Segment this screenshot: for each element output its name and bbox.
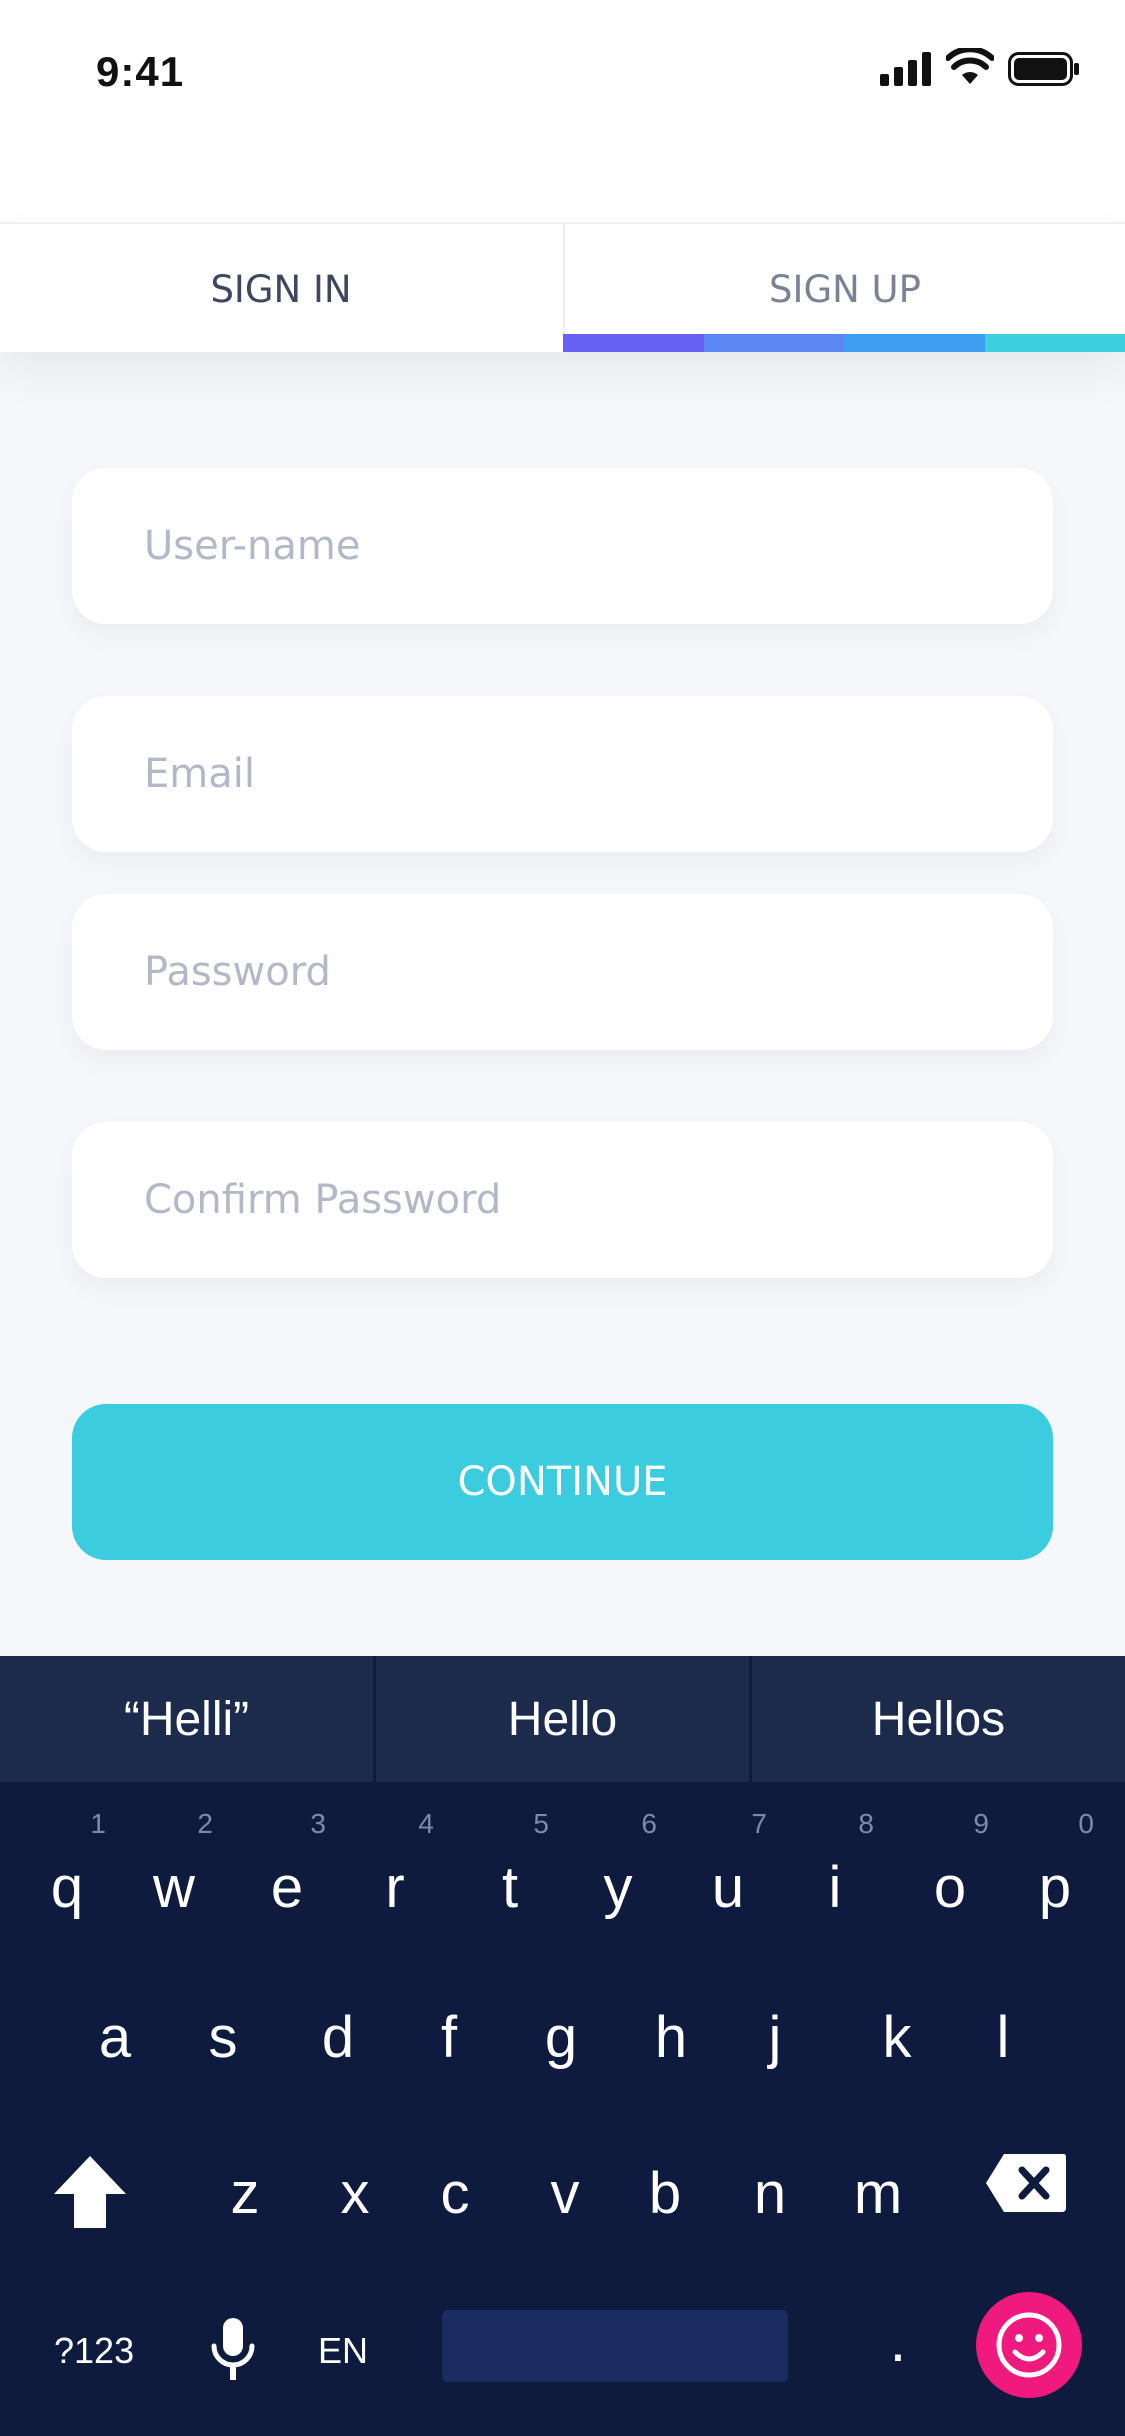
username-input[interactable] — [72, 468, 1053, 624]
tab-sign-in[interactable]: SIGN IN — [0, 224, 562, 354]
key-e[interactable]: e3 — [242, 1808, 332, 1921]
key-number-hint: 6 — [641, 1808, 657, 1839]
status-time: 9:41 — [96, 48, 185, 95]
key-y[interactable]: y6 — [573, 1808, 663, 1921]
key-b[interactable]: b — [620, 2160, 710, 2227]
signal-icon — [880, 52, 931, 86]
key-number-hint: 1 — [90, 1808, 106, 1839]
emoji-button[interactable] — [976, 2292, 1082, 2398]
key-n[interactable]: n — [725, 2160, 815, 2227]
key-w[interactable]: w2 — [129, 1808, 219, 1921]
period-key[interactable]: . — [878, 2306, 918, 2375]
suggestion-item[interactable]: “Helli” — [0, 1656, 376, 1782]
key-letter: e — [270, 1855, 304, 1920]
indicator-segment — [703, 334, 844, 352]
key-letter: i — [828, 1855, 842, 1920]
key-h[interactable]: h — [626, 2004, 716, 2071]
key-u[interactable]: u7 — [683, 1808, 773, 1921]
key-g[interactable]: g — [516, 2004, 606, 2071]
keyboard-suggestions: “Helli” Hello Hellos — [0, 1656, 1125, 1782]
active-tab-indicator — [563, 334, 1125, 352]
key-t[interactable]: t5 — [465, 1808, 555, 1921]
indicator-segment — [984, 334, 1125, 352]
key-number-hint: 0 — [1078, 1808, 1094, 1839]
wifi-icon — [946, 48, 994, 84]
key-o[interactable]: o9 — [905, 1808, 995, 1921]
key-a[interactable]: a — [70, 2004, 160, 2071]
key-letter: o — [933, 1855, 967, 1920]
key-d[interactable]: d — [293, 2004, 383, 2071]
key-k[interactable]: k — [852, 2004, 942, 2071]
key-number-hint: 5 — [533, 1808, 549, 1839]
email-input[interactable] — [72, 696, 1053, 852]
key-letter: t — [501, 1855, 519, 1920]
spacebar[interactable] — [442, 2310, 788, 2382]
key-f[interactable]: f — [404, 2004, 494, 2071]
shift-icon[interactable] — [50, 2152, 130, 2232]
key-z[interactable]: z — [200, 2160, 290, 2227]
key-number-hint: 8 — [858, 1808, 874, 1839]
continue-button[interactable]: CONTINUE — [72, 1404, 1053, 1560]
key-letter: y — [603, 1855, 633, 1920]
confirm-password-input[interactable] — [72, 1122, 1053, 1278]
indicator-segment — [844, 334, 985, 352]
microphone-icon[interactable] — [208, 2316, 258, 2384]
key-v[interactable]: v — [520, 2160, 610, 2227]
auth-tabs: SIGN IN SIGN UP — [0, 222, 1125, 354]
suggestion-item[interactable]: Hello — [376, 1656, 752, 1782]
key-number-hint: 4 — [418, 1808, 434, 1839]
key-i[interactable]: i8 — [790, 1808, 880, 1921]
language-key[interactable]: EN — [318, 2330, 368, 2372]
key-l[interactable]: l — [958, 2004, 1048, 2071]
key-number-hint: 7 — [751, 1808, 767, 1839]
battery-icon — [1008, 52, 1079, 86]
key-number-hint: 9 — [973, 1808, 989, 1839]
key-letter: q — [50, 1855, 84, 1920]
key-j[interactable]: j — [730, 2004, 820, 2071]
key-s[interactable]: s — [178, 2004, 268, 2071]
key-letter: r — [385, 1855, 405, 1920]
key-r[interactable]: r4 — [350, 1808, 440, 1921]
key-p[interactable]: p0 — [1010, 1808, 1100, 1921]
key-number-hint: 2 — [197, 1808, 213, 1839]
indicator-segment — [563, 334, 704, 352]
status-bar: 9:41 — [0, 0, 1125, 222]
key-letter: p — [1038, 1855, 1072, 1920]
key-number-hint: 3 — [310, 1808, 326, 1839]
key-letter: u — [711, 1855, 745, 1920]
symbols-key[interactable]: ?123 — [54, 2330, 134, 2372]
key-x[interactable]: x — [310, 2160, 400, 2227]
suggestion-item[interactable]: Hellos — [752, 1656, 1125, 1782]
key-q[interactable]: q1 — [22, 1808, 112, 1921]
emoji-icon — [996, 2312, 1062, 2378]
keyboard: q1 w2 e3 r4 t5 y6 u7 i8 o9 p0 a s d f g … — [0, 1782, 1125, 2436]
key-c[interactable]: c — [410, 2160, 500, 2227]
key-letter: w — [153, 1855, 195, 1920]
key-m[interactable]: m — [833, 2160, 923, 2227]
backspace-icon[interactable] — [984, 2152, 1068, 2214]
password-input[interactable] — [72, 894, 1053, 1050]
